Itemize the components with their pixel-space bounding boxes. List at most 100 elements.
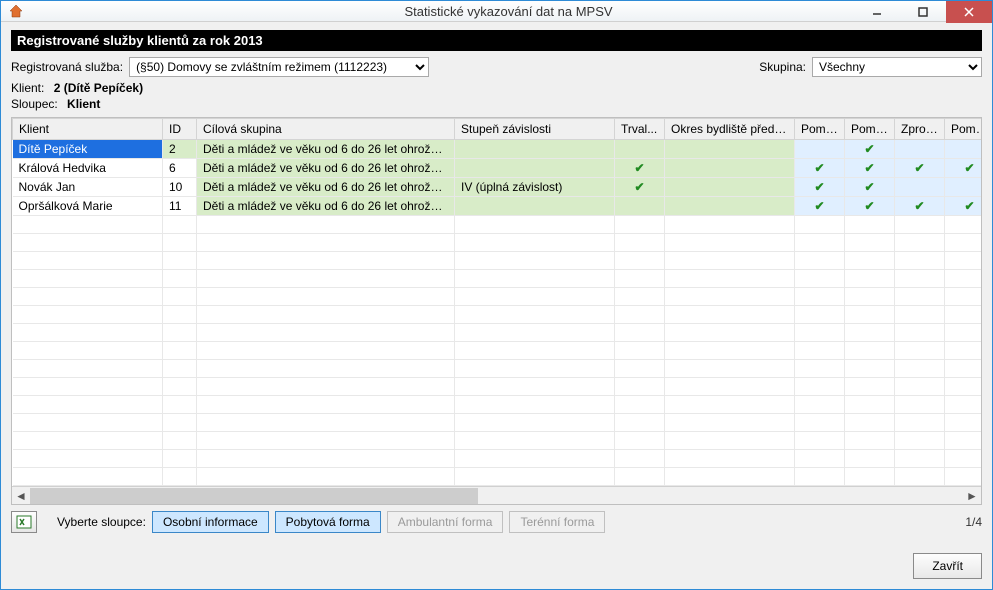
cell-trv[interactable] <box>615 197 665 216</box>
pobytova-forma-button[interactable]: Pobytová forma <box>275 511 381 533</box>
cell-f4[interactable]: ✔ <box>945 197 982 216</box>
group-select[interactable]: Všechny <box>812 57 982 77</box>
cell-f1[interactable] <box>795 140 845 159</box>
cell-dep[interactable] <box>455 140 615 159</box>
table-row[interactable]: Králová Hedvika6Děti a mládež ve věku od… <box>13 159 982 178</box>
empty-row <box>13 414 982 432</box>
empty-row <box>13 378 982 396</box>
col-cilova[interactable]: Cílová skupina <box>197 119 455 140</box>
cell-dep[interactable]: IV (úplná závislost) <box>455 178 615 197</box>
cell-group[interactable]: Děti a mládež ve věku od 6 do 26 let ohr… <box>197 178 455 197</box>
col-pomo2[interactable]: Pomo... <box>845 119 895 140</box>
cell-f2[interactable]: ✔ <box>845 178 895 197</box>
cell-trv[interactable] <box>615 140 665 159</box>
close-dialog-button[interactable]: Zavřít <box>913 553 982 579</box>
vyberte-label: Vyberte sloupce: <box>57 515 146 529</box>
cell-trv[interactable]: ✔ <box>615 178 665 197</box>
cell-name[interactable]: Dítě Pepíček <box>13 140 163 159</box>
cell-f1[interactable]: ✔ <box>795 178 845 197</box>
klient-value: 2 (Dítě Pepíček) <box>54 81 143 95</box>
horizontal-scrollbar[interactable]: ◄ ► <box>12 486 981 504</box>
cell-f3[interactable] <box>895 140 945 159</box>
cell-group[interactable]: Děti a mládež ve věku od 6 do 26 let ohr… <box>197 140 455 159</box>
check-icon: ✔ <box>814 180 824 194</box>
cell-name[interactable]: Novák Jan <box>13 178 163 197</box>
cell-name[interactable]: Opršálková Marie <box>13 197 163 216</box>
table-row[interactable]: Dítě Pepíček2Děti a mládež ve věku od 6 … <box>13 140 982 159</box>
window-title: Statistické vykazování dat na MPSV <box>25 4 992 19</box>
cell-group[interactable]: Děti a mládež ve věku od 6 do 26 let ohr… <box>197 159 455 178</box>
window-root: Statistické vykazování dat na MPSV Regis… <box>0 0 993 590</box>
empty-row <box>13 360 982 378</box>
cell-f1[interactable]: ✔ <box>795 197 845 216</box>
check-icon: ✔ <box>864 142 874 156</box>
table-row[interactable]: Opršálková Marie11Děti a mládež ve věku … <box>13 197 982 216</box>
cell-f4[interactable] <box>945 178 982 197</box>
col-trval[interactable]: Trval... <box>615 119 665 140</box>
empty-row <box>13 468 982 486</box>
cell-f3[interactable]: ✔ <box>895 159 945 178</box>
scroll-right-icon[interactable]: ► <box>963 488 981 504</box>
terenni-forma-button: Terénní forma <box>509 511 605 533</box>
cell-okres[interactable] <box>665 140 795 159</box>
empty-row <box>13 342 982 360</box>
col-stupen[interactable]: Stupeň závislosti <box>455 119 615 140</box>
col-id[interactable]: ID <box>163 119 197 140</box>
cell-dep[interactable] <box>455 197 615 216</box>
app-icon <box>7 2 25 20</box>
cell-trv[interactable]: ✔ <box>615 159 665 178</box>
empty-row <box>13 234 982 252</box>
cell-id[interactable]: 10 <box>163 178 197 197</box>
cell-okres[interactable] <box>665 159 795 178</box>
scroll-left-icon[interactable]: ◄ <box>12 488 30 504</box>
cell-name[interactable]: Králová Hedvika <box>13 159 163 178</box>
check-icon: ✔ <box>814 199 824 213</box>
cell-dep[interactable] <box>455 159 615 178</box>
service-select[interactable]: (§50) Domovy se zvláštním režimem (11122… <box>129 57 429 77</box>
cell-okres[interactable] <box>665 197 795 216</box>
cell-f3[interactable]: ✔ <box>895 197 945 216</box>
empty-row <box>13 306 982 324</box>
cell-f3[interactable] <box>895 178 945 197</box>
maximize-button[interactable] <box>900 1 946 23</box>
bottom-toolbar: Vyberte sloupce: Osobní informace Pobyto… <box>11 505 982 539</box>
cell-id[interactable]: 11 <box>163 197 197 216</box>
osobni-informace-button[interactable]: Osobní informace <box>152 511 269 533</box>
check-icon: ✔ <box>914 161 924 175</box>
col-zpros[interactable]: Zpros... <box>895 119 945 140</box>
cell-f4[interactable]: ✔ <box>945 159 982 178</box>
cell-f2[interactable]: ✔ <box>845 140 895 159</box>
sloupec-value: Klient <box>67 97 100 111</box>
scrollbar-track[interactable] <box>30 488 963 504</box>
close-button[interactable] <box>946 1 992 23</box>
sloupec-label: Sloupec: <box>11 97 58 111</box>
ambulantni-forma-button: Ambulantní forma <box>387 511 504 533</box>
check-icon: ✔ <box>964 161 974 175</box>
check-icon: ✔ <box>814 161 824 175</box>
col-pomo1[interactable]: Pomo... <box>795 119 845 140</box>
col-klient[interactable]: Klient <box>13 119 163 140</box>
export-excel-button[interactable] <box>11 511 37 533</box>
section-header: Registrované služby klientů za rok 2013 <box>11 30 982 51</box>
klient-info: Klient: 2 (Dítě Pepíček) <box>11 81 982 95</box>
sloupec-info: Sloupec: Klient <box>11 97 982 111</box>
cell-f2[interactable]: ✔ <box>845 159 895 178</box>
col-okres[interactable]: Okres bydliště před počá... <box>665 119 795 140</box>
titlebar: Statistické vykazování dat na MPSV <box>1 1 992 22</box>
klient-label: Klient: <box>11 81 44 95</box>
check-icon: ✔ <box>634 180 644 194</box>
scrollbar-thumb[interactable] <box>30 488 478 504</box>
cell-f1[interactable]: ✔ <box>795 159 845 178</box>
data-grid: Klient ID Cílová skupina Stupeň závislos… <box>11 117 982 505</box>
check-icon: ✔ <box>634 161 644 175</box>
cell-okres[interactable] <box>665 178 795 197</box>
minimize-button[interactable] <box>854 1 900 23</box>
col-pomo3[interactable]: Pomo... <box>945 119 982 140</box>
cell-group[interactable]: Děti a mládež ve věku od 6 do 26 let ohr… <box>197 197 455 216</box>
cell-id[interactable]: 2 <box>163 140 197 159</box>
table-row[interactable]: Novák Jan10Děti a mládež ve věku od 6 do… <box>13 178 982 197</box>
cell-f4[interactable] <box>945 140 982 159</box>
cell-f2[interactable]: ✔ <box>845 197 895 216</box>
empty-row <box>13 216 982 234</box>
cell-id[interactable]: 6 <box>163 159 197 178</box>
